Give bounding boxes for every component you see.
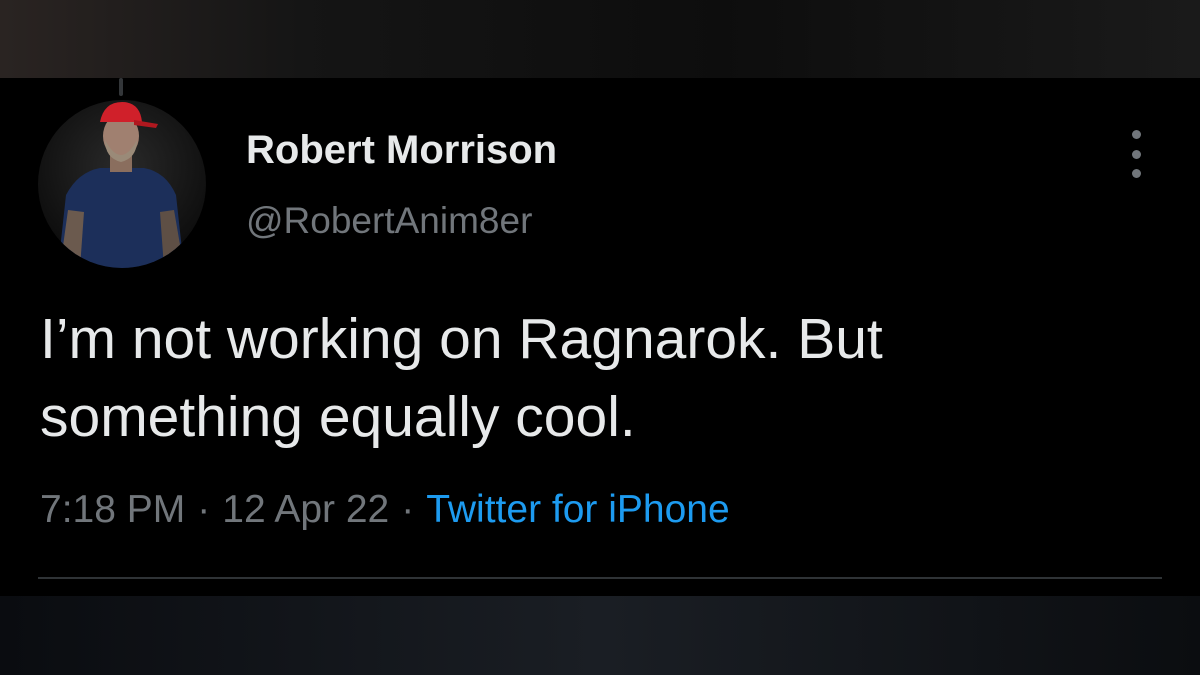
background-bottom-blur [0,596,1200,675]
tweet-date[interactable]: 12 Apr 22 [222,488,389,531]
tweet-metadata: 7:18 PM · 12 Apr 22 · Twitter for iPhone [40,488,730,532]
more-vertical-icon [1131,169,1141,178]
more-options-button[interactable] [1116,130,1156,178]
avatar-photo [38,100,206,268]
tweet-time[interactable]: 7:18 PM [40,488,185,531]
thread-connector-line [119,78,123,96]
more-vertical-icon [1131,130,1141,139]
meta-separator: · [401,488,415,531]
tweet-source-link[interactable]: Twitter for iPhone [426,488,729,531]
avatar[interactable] [38,100,206,268]
tweet-text: I’m not working on Ragnarok. But somethi… [40,300,1150,456]
user-handle[interactable]: @RobertAnim8er [246,200,532,242]
tweet-text-line: I’m not working on Ragnarok. But [40,307,883,371]
tweet-text-line: something equally cool. [40,385,636,449]
more-vertical-icon [1131,149,1141,159]
display-name[interactable]: Robert Morrison [246,128,557,173]
meta-separator: · [197,488,211,531]
tweet-card: Robert Morrison @RobertAnim8er I’m not w… [0,78,1200,596]
background-top-blur [0,0,1200,78]
divider [38,577,1162,579]
